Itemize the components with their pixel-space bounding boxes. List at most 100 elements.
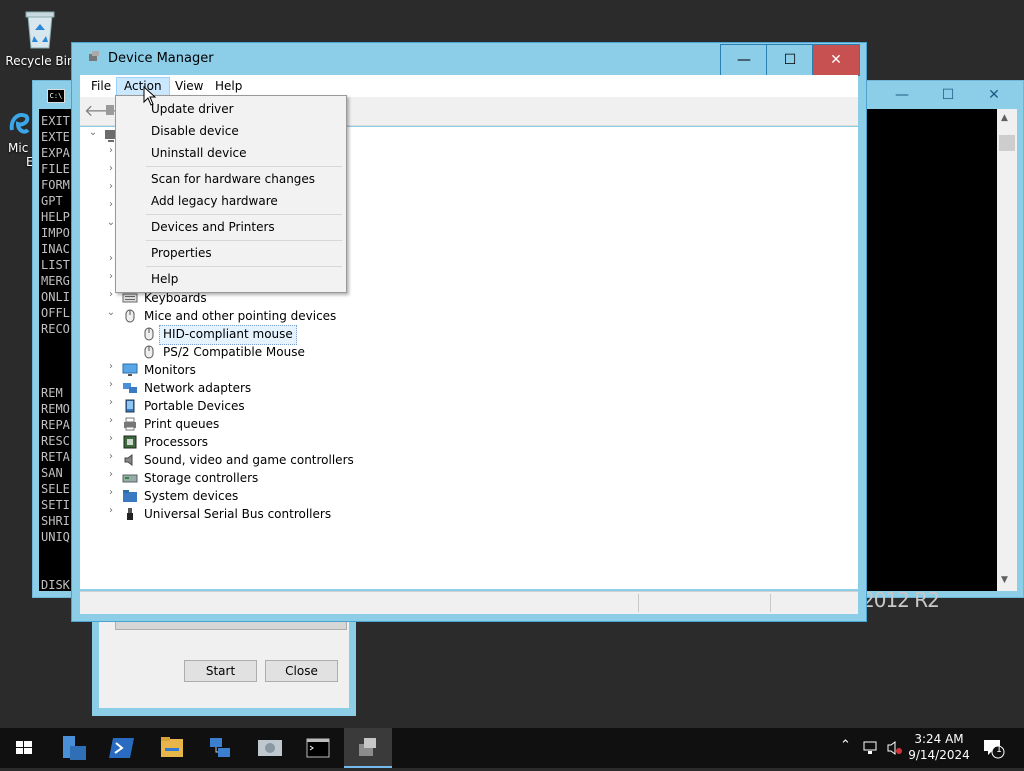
taskbar-device-manager[interactable]	[344, 728, 392, 768]
expand-chevron-icon[interactable]: ›	[106, 433, 116, 451]
tree-category-item[interactable]: Processors	[144, 433, 208, 451]
cmd-output-line: OFFL	[41, 306, 70, 320]
cmd-maximize-button[interactable]: ☐	[925, 81, 971, 109]
scroll-down-icon[interactable]: ▼	[1001, 575, 1008, 585]
menu-item-properties[interactable]: Properties	[117, 242, 345, 264]
expand-chevron-icon[interactable]: ›	[106, 361, 116, 379]
clock[interactable]: 3:24 AM 9/14/2024	[906, 731, 972, 763]
expand-chevron-icon[interactable]: ›	[106, 415, 116, 433]
tree-device-item-selected[interactable]: HID-compliant mouse	[159, 325, 297, 345]
powershell-icon	[109, 738, 134, 758]
taskbar-server-manager[interactable]	[50, 728, 98, 768]
expand-chevron-icon[interactable]: ›	[106, 451, 116, 469]
tree-category-item[interactable]: Network adapters	[144, 379, 251, 397]
menu-file[interactable]: File	[84, 77, 118, 95]
taskbar-network-tool[interactable]	[196, 728, 244, 768]
tree-category-item[interactable]: Monitors	[144, 361, 196, 379]
mouse-icon	[125, 309, 135, 323]
clock-time: 3:24 AM	[914, 732, 964, 746]
disk-tool-icon	[258, 740, 282, 756]
server-manager-icon	[63, 736, 86, 760]
monitor-icon	[122, 363, 138, 376]
portable-device-icon	[125, 399, 135, 413]
close-window-button[interactable]: ✕	[812, 44, 860, 76]
menu-separator	[146, 266, 342, 267]
menu-separator	[146, 214, 342, 215]
desktop-watermark-text: 2012 R2	[862, 588, 940, 612]
status-bar	[80, 591, 858, 614]
menu-item-scan-for-hardware-changes[interactable]: Scan for hardware changes	[117, 168, 345, 190]
menu-item-devices-and-printers[interactable]: Devices and Printers	[117, 216, 345, 238]
network-tool-icon	[210, 738, 230, 757]
back-arrow-icon[interactable]: 🡐	[84, 101, 127, 121]
tree-category-item[interactable]: System devices	[144, 487, 238, 505]
clock-date: 9/14/2024	[908, 748, 970, 762]
toolbar-icon[interactable]	[106, 105, 114, 115]
tree-category-item[interactable]: Mice and other pointing devices	[144, 307, 336, 325]
notification-count: 1	[996, 745, 1002, 755]
mouse-icon	[144, 327, 154, 341]
close-button[interactable]: Close	[265, 660, 338, 682]
tree-category-item[interactable]: Sound, video and game controllers	[144, 451, 354, 469]
cmd-output-line: IMPO	[41, 226, 70, 240]
action-menu-dropdown[interactable]: Update driver Disable device Uninstall dev…	[115, 95, 347, 293]
minimize-button[interactable]: —	[720, 44, 768, 76]
taskbar-file-explorer[interactable]	[148, 728, 196, 768]
expand-chevron-icon[interactable]: ›	[106, 469, 116, 487]
scroll-thumb[interactable]	[999, 135, 1015, 151]
status-divider	[638, 594, 639, 612]
cmd-output-line: FORM	[41, 178, 70, 192]
menu-item-uninstall-device[interactable]: Uninstall device	[117, 142, 345, 164]
cmd-output-line: REM	[41, 386, 63, 400]
tree-category-item[interactable]: Storage controllers	[144, 469, 258, 487]
cmd-output-line: SELE	[41, 482, 70, 496]
menu-view[interactable]: View	[168, 77, 210, 95]
speaker-icon	[124, 454, 133, 466]
cmd-output-line: SAN	[41, 466, 63, 480]
cmd-output-line: EXIT	[41, 114, 70, 128]
expand-chevron-icon[interactable]: ›	[106, 397, 116, 415]
cmd-output-line: RESC	[41, 434, 70, 448]
status-divider	[770, 594, 771, 612]
maximize-button[interactable]: ☐	[766, 44, 814, 76]
command-prompt-icon	[306, 738, 330, 758]
menu-item-disable-device[interactable]: Disable device	[117, 120, 345, 142]
show-hidden-icons-icon[interactable]: ⌃	[840, 738, 851, 753]
taskbar: ⌃ 3:24 AM 9/14/2024 1	[0, 728, 1024, 768]
cmd-output-line: ONLI	[41, 290, 70, 304]
expand-chevron-icon[interactable]: ›	[106, 487, 116, 505]
recycle-bin-shortcut[interactable]: Recycle Bin	[4, 6, 76, 68]
cmd-output-line: SETI	[41, 498, 70, 512]
collapse-chevron-icon[interactable]: ⌄	[106, 307, 116, 325]
taskbar-powershell[interactable]	[98, 728, 146, 768]
cmd-vertical-scrollbar[interactable]: ▲ ▼	[997, 109, 1017, 591]
mouse-icon	[144, 345, 154, 359]
tree-category-item[interactable]: Print queues	[144, 415, 219, 433]
cmd-output-line: FILE	[41, 162, 70, 176]
menu-help[interactable]: Help	[208, 77, 249, 95]
file-explorer-icon	[161, 737, 183, 757]
expand-chevron-icon[interactable]: ›	[106, 505, 116, 523]
expander-root[interactable]: ⌄	[88, 127, 98, 145]
taskbar-disk-tool[interactable]	[246, 728, 294, 768]
tree-category-item[interactable]: Universal Serial Bus controllers	[144, 505, 331, 523]
network-status-icon[interactable]	[862, 740, 880, 756]
volume-muted-icon[interactable]	[886, 740, 904, 756]
tree-device-item[interactable]: PS/2 Compatible Mouse	[163, 343, 305, 361]
device-manager-icon	[359, 738, 376, 756]
scroll-up-icon[interactable]: ▲	[1001, 113, 1008, 123]
cmd-output-line: GPT	[41, 194, 63, 208]
menu-item-add-legacy-hardware[interactable]: Add legacy hardware	[117, 190, 345, 212]
start-button[interactable]	[0, 728, 48, 768]
menu-bar: File Action View Help	[80, 75, 858, 97]
usb-icon	[127, 508, 133, 520]
expand-chevron-icon[interactable]: ›	[106, 379, 116, 397]
start-button[interactable]: Start	[184, 660, 257, 682]
cmd-close-button[interactable]: ✕	[971, 81, 1017, 109]
tree-category-item[interactable]: Portable Devices	[144, 397, 245, 415]
taskbar-command-prompt[interactable]	[294, 728, 342, 768]
menu-item-help[interactable]: Help	[117, 268, 345, 290]
background-dialog[interactable]: Start Close	[92, 610, 356, 716]
cmd-output-line: EXPA	[41, 146, 70, 160]
cmd-minimize-button[interactable]: —	[879, 81, 925, 109]
